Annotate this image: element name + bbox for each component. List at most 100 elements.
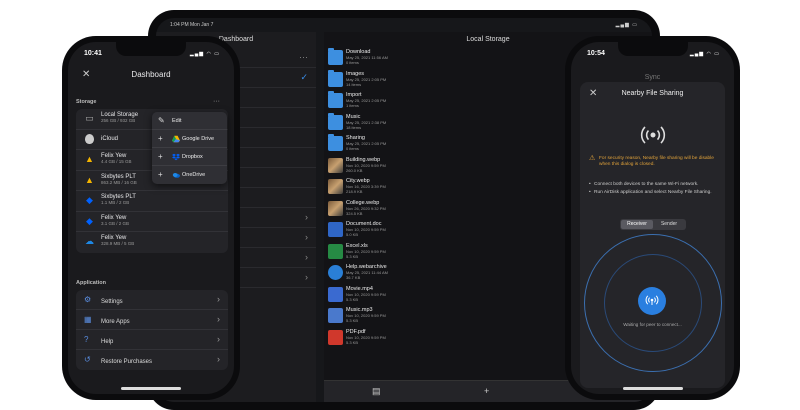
chevron-right-icon: › xyxy=(305,212,308,222)
home-indicator xyxy=(121,387,181,390)
sidebar-icon[interactable]: ▤ xyxy=(372,386,381,397)
grid-icon: ▦ xyxy=(84,315,92,324)
google-drive-icon xyxy=(172,135,180,143)
page-title: Dashboard xyxy=(131,70,171,79)
storage-item[interactable]: ◆ Sixbytes PLT 1.1 MB / 2 GB xyxy=(76,191,228,212)
chevron-right-icon: › xyxy=(217,354,220,364)
popover-dropbox[interactable]: + Dropbox xyxy=(152,148,227,166)
app-item-label: Settings xyxy=(101,299,123,305)
storage-section-label: Storage xyxy=(76,99,97,105)
dropbox-icon: ◆ xyxy=(86,195,93,205)
app-item-label: More Apps xyxy=(101,319,130,325)
warning-icon: ⚠ xyxy=(589,155,596,162)
chevron-right-icon: › xyxy=(217,294,220,304)
storage-usage: 1.1 MB / 2 GB xyxy=(101,200,130,205)
left-phone-device: 10:41 ▂▄▆ ◠ ▭ ✕ Dashboard Storage ··· ▭ L… xyxy=(62,36,240,400)
doc-icon xyxy=(328,222,343,237)
waiting-status: Waiting for peer to connect... xyxy=(623,322,682,327)
storage-usage: 328.9 MB / 5 GB xyxy=(101,241,135,246)
app-item[interactable]: ↺ Restore Purchases › xyxy=(76,350,228,370)
notch xyxy=(116,42,186,56)
broadcast-icon xyxy=(645,295,659,305)
instruction-item: Connect both devices to the same Wi-Fi n… xyxy=(589,182,719,188)
sender-segment[interactable]: Sender xyxy=(653,220,685,229)
pencil-icon: ✎ xyxy=(158,116,165,125)
mp3-icon xyxy=(328,308,343,323)
storage-popover: ✎ Edit + Google Drive + Dropbox + OneDri… xyxy=(152,112,227,184)
receiver-segment[interactable]: Receiver xyxy=(621,220,653,229)
chevron-right-icon: › xyxy=(217,314,220,324)
app-showcase: 1:04 PM Mon Jan 7 ▂▄▆ ▭ Dashboard ··· ✓ … xyxy=(0,0,800,410)
google-drive-icon: ▲ xyxy=(85,154,94,164)
drive-icon: ▭ xyxy=(85,113,94,123)
folder-icon xyxy=(328,134,343,151)
storage-title: Felix Yew xyxy=(101,214,127,221)
checkmark-icon: ✓ xyxy=(300,72,308,82)
app-item[interactable]: ⚙ Settings › xyxy=(76,290,228,310)
popover-edit[interactable]: ✎ Edit xyxy=(152,112,227,130)
xls-icon xyxy=(328,243,343,259)
app-item-label: Help xyxy=(101,339,114,345)
apple-icon xyxy=(85,133,94,144)
mp4-icon xyxy=(328,286,343,302)
application-section-label: Application xyxy=(76,280,106,286)
app-item[interactable]: ▦ More Apps › xyxy=(76,310,228,330)
dropbox-icon: ◆ xyxy=(86,215,93,226)
notch xyxy=(617,42,688,56)
onedrive-icon: ☁ xyxy=(85,236,94,246)
chevron-right-icon: › xyxy=(217,334,220,344)
app-item-label: Restore Purchases xyxy=(101,359,153,365)
onedrive-icon xyxy=(172,173,180,178)
img-icon xyxy=(328,179,343,194)
status-icons: ▂▄▆ ◠ ▭ xyxy=(189,51,220,57)
folder-icon xyxy=(328,112,343,130)
chevron-right-icon: › xyxy=(305,252,308,262)
help-icon: ? xyxy=(84,335,89,344)
plus-icon: + xyxy=(158,134,163,143)
sync-title: Sync xyxy=(644,74,661,81)
sync-screen: 10:54 ▂▄▆ ◠ ▭ Sync ✕ Nearby File Sharing… xyxy=(571,42,734,394)
popover-google-drive-label: Google Drive xyxy=(182,136,215,142)
plus-icon: + xyxy=(158,170,163,179)
mode-segmented-control: Receiver Sender xyxy=(620,219,686,230)
storage-usage: 3.1 GB / 2 GB xyxy=(101,220,130,226)
nearby-sharing-sheet: ✕ Nearby File Sharing ⚠ For security rea… xyxy=(580,82,725,388)
popover-google-drive[interactable]: + Google Drive xyxy=(152,130,227,148)
home-indicator xyxy=(622,387,683,390)
folder-icon xyxy=(328,48,343,65)
plus-icon[interactable]: + xyxy=(484,386,489,396)
right-phone-device: 10:54 ▂▄▆ ◠ ▭ Sync ✕ Nearby File Sharing… xyxy=(565,36,740,400)
ipad-status-bar: 1:04 PM Mon Jan 7 ▂▄▆ ▭ xyxy=(170,22,638,32)
instructions: Connect both devices to the same Wi-Fi n… xyxy=(589,182,719,198)
instruction-item: Run AirDisk application and select Nearb… xyxy=(589,190,719,196)
sheet-title: Nearby File Sharing xyxy=(621,90,684,97)
storage-title: Felix Yew xyxy=(101,235,127,241)
security-warning: ⚠ For security reason, Nearby file shari… xyxy=(589,155,719,168)
plus-icon: + xyxy=(158,152,163,161)
dropbox-icon xyxy=(172,153,180,161)
ipad-time: 1:04 PM Mon Jan 7 xyxy=(170,22,214,28)
status-time: 10:54 xyxy=(587,50,605,57)
folder-icon xyxy=(328,91,343,108)
broadcast-icon xyxy=(640,126,666,144)
web-icon xyxy=(328,265,343,280)
storage-item[interactable]: ◆ Felix Yew 3.1 GB / 2 GB xyxy=(76,212,228,232)
chevron-right-icon: › xyxy=(305,272,308,282)
warning-text: For security reason, Nearby file sharing… xyxy=(599,156,714,167)
google-drive-icon: ▲ xyxy=(85,174,94,185)
img-icon xyxy=(328,157,343,173)
pdf-icon xyxy=(328,329,343,345)
more-icon[interactable]: ··· xyxy=(299,52,308,62)
more-icon[interactable]: ··· xyxy=(213,98,220,105)
restore-icon: ↺ xyxy=(84,355,91,364)
folder-icon xyxy=(328,69,343,87)
popover-edit-label: Edit xyxy=(172,118,182,124)
app-item[interactable]: ? Help › xyxy=(76,330,228,350)
popover-dropbox-label: Dropbox xyxy=(182,154,203,160)
storage-item[interactable]: ☁ Felix Yew 328.9 MB / 5 GB xyxy=(76,232,228,253)
dashboard-screen: 10:41 ▂▄▆ ◠ ▭ ✕ Dashboard Storage ··· ▭ L… xyxy=(68,42,234,394)
chevron-right-icon: › xyxy=(305,232,308,242)
img-icon xyxy=(328,200,343,216)
broadcast-button[interactable] xyxy=(638,287,666,315)
popover-onedrive[interactable]: + OneDrive xyxy=(152,166,227,184)
